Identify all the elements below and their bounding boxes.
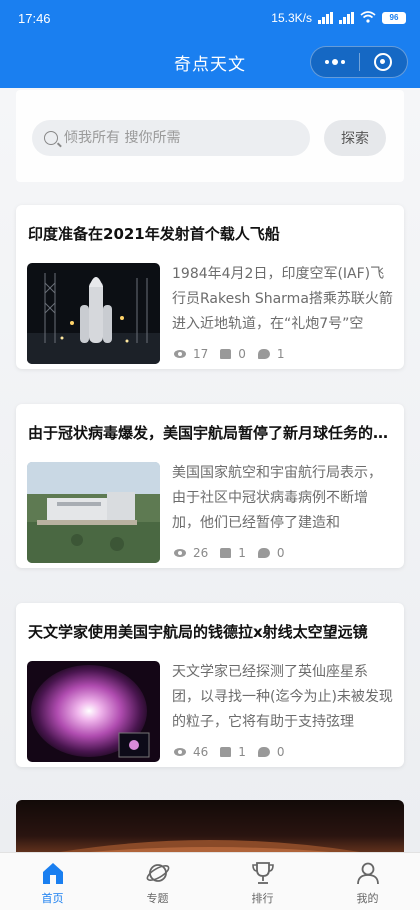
eye-icon (174, 549, 186, 557)
likes-stat[interactable]: 1 (220, 745, 246, 759)
comments-stat[interactable]: 1 (257, 347, 285, 361)
views-stat: 17 (174, 347, 208, 361)
views-stat: 26 (174, 546, 208, 560)
article-card[interactable]: 由于冠状病毒爆发，美国宇航局暂停了新月球任务的工作 美国国家航空和宇宙航行局表示… (16, 404, 404, 568)
thumbs-up-icon (220, 349, 232, 359)
tab-home-label: 首页 (41, 892, 64, 905)
article-card-partial[interactable] (16, 800, 404, 852)
network-speed: 15.3K/s (271, 11, 312, 25)
comments-count: 0 (276, 745, 285, 759)
comments-count: 0 (276, 546, 285, 560)
battery-icon: 96 (382, 12, 406, 24)
signal-icon-2 (339, 12, 354, 24)
tab-home[interactable]: 首页 (0, 853, 105, 910)
thumbs-up-icon (220, 548, 232, 558)
search-input[interactable] (64, 130, 284, 146)
trophy-icon (251, 862, 274, 884)
facility-aerial-image[interactable] (27, 462, 160, 563)
more-icon (324, 59, 345, 65)
wifi-icon (360, 10, 376, 26)
close-button[interactable] (360, 47, 408, 77)
article-title[interactable]: 由于冠状病毒爆发，美国宇航局暂停了新月球任务的工作 (28, 422, 394, 443)
tab-topics[interactable]: 专题 (105, 853, 210, 910)
likes-count: 1 (238, 745, 246, 759)
article-stats: 46 1 0 (174, 745, 297, 759)
views-stat: 46 (174, 745, 208, 759)
status-bar: 17:46 15.3K/s 96 (0, 0, 420, 36)
eye-icon (174, 748, 186, 756)
tab-ranking[interactable]: 排行 (210, 853, 315, 910)
page-title: 奇点天文 (174, 54, 246, 75)
signal-icon (318, 12, 333, 24)
article-card[interactable]: 天文学家使用美国宇航局的钱德拉x射线太空望远镜 天文学家已经探测了英仙座星系团，… (16, 603, 404, 767)
views-count: 46 (193, 745, 209, 759)
article-excerpt: 美国国家航空和宇宙航行局表示，由于社区中冠状病毒病例不断增加，他们已经暂停了建造… (172, 465, 382, 531)
comment-icon (257, 747, 270, 757)
home-icon (42, 863, 63, 884)
status-indicators: 15.3K/s 96 (271, 10, 406, 26)
comment-icon (257, 548, 270, 558)
article-stats: 17 0 1 (174, 347, 297, 361)
likes-stat[interactable]: 0 (220, 347, 246, 361)
top-bar: 17:46 15.3K/s 96 奇点天文 (0, 0, 420, 88)
galaxy-cluster-image[interactable] (27, 661, 160, 762)
likes-count: 1 (238, 546, 246, 560)
article-title[interactable]: 天文学家使用美国宇航局的钱德拉x射线太空望远镜 (28, 621, 394, 642)
comments-count: 1 (276, 347, 285, 361)
article-excerpt: 1984年4月2日，印度空军(IAF)飞行员Rakesh Sharma搭乘苏联火… (172, 266, 393, 332)
tab-ranking-label: 排行 (251, 892, 274, 905)
eye-icon (174, 350, 186, 358)
explore-button[interactable]: 探索 (324, 120, 386, 156)
article-card[interactable]: 印度准备在2021年发射首个载人飞船 1984年4月2日，印度空军(IAF)飞行… (16, 205, 404, 369)
status-time: 17:46 (18, 10, 51, 26)
article-excerpt: 天文学家已经探测了英仙座星系团，以寻找一种(迄今为止)未被发现的粒子，它将有助于… (172, 664, 393, 730)
comment-icon (257, 349, 270, 359)
planet-horizon-image (59, 840, 361, 852)
mini-program-capsule (310, 46, 408, 78)
views-count: 26 (193, 546, 209, 560)
tab-profile[interactable]: 我的 (315, 853, 420, 910)
close-target-icon (374, 53, 393, 71)
rocket-launch-image[interactable] (27, 263, 160, 364)
comments-stat[interactable]: 0 (257, 546, 285, 560)
tab-topics-label: 专题 (146, 892, 169, 905)
bottom-tab-bar: 首页 专题 排行 我的 (0, 852, 420, 910)
search-card: 探索 (16, 90, 404, 182)
likes-count: 0 (238, 347, 246, 361)
comments-stat[interactable]: 0 (257, 745, 285, 759)
main-content[interactable]: 探索 印度准备在2021年发射首个载人飞船 19 (0, 88, 420, 852)
search-box[interactable] (32, 120, 310, 156)
article-title[interactable]: 印度准备在2021年发射首个载人飞船 (28, 223, 394, 244)
thumbs-up-icon (220, 747, 232, 757)
likes-stat[interactable]: 1 (220, 546, 246, 560)
views-count: 17 (193, 347, 209, 361)
user-icon (356, 862, 379, 885)
search-icon (44, 131, 58, 145)
planet-icon (146, 864, 169, 882)
more-button[interactable] (311, 47, 359, 77)
title-bar: 奇点天文 (0, 36, 420, 88)
tab-profile-label: 我的 (356, 892, 379, 905)
article-stats: 26 1 0 (174, 546, 297, 560)
